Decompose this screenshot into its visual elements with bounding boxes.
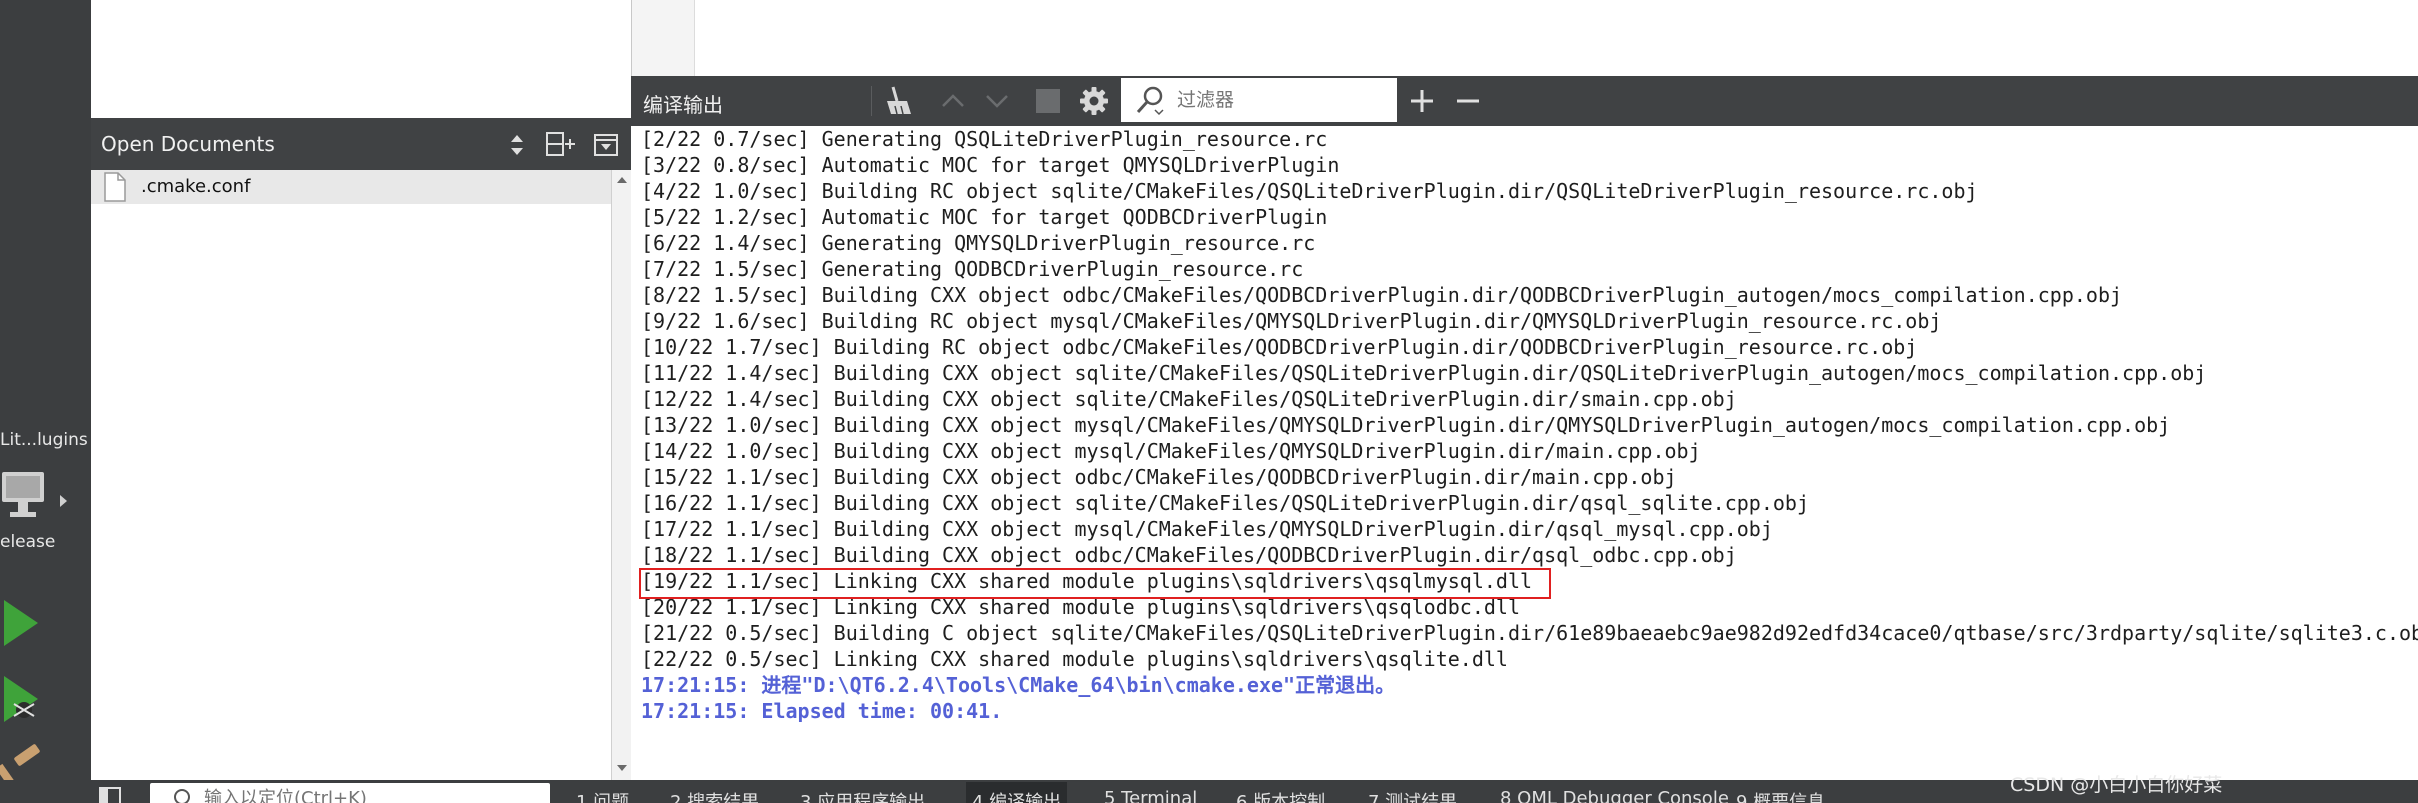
locator-field[interactable] [150, 783, 550, 803]
filter-field[interactable] [1121, 78, 1397, 122]
open-documents-header: Open Documents [91, 118, 631, 170]
output-line: [15/22 1.1/sec] Building CXX object odbc… [641, 465, 1677, 489]
toolbar-separator [871, 86, 872, 116]
output-line: [11/22 1.4/sec] Building CXX object sqli… [641, 361, 2207, 385]
kit-selector-button[interactable] [0, 468, 72, 526]
output-pane-tab[interactable]: 8 QML Debugger Console [1500, 788, 1729, 803]
output-line: [2/22 0.7/sec] Generating QSQLiteDriverP… [641, 127, 1328, 151]
run-button[interactable] [0, 596, 50, 650]
debug-run-button[interactable] [0, 672, 50, 726]
scroll-down-arrow-icon [617, 765, 627, 771]
system-message-line: 17:21:15: Elapsed time: 00:41. [641, 699, 1003, 723]
open-document-item[interactable]: .cmake.conf [91, 170, 611, 204]
output-line: [22/22 0.5/sec] Linking CXX shared modul… [641, 647, 1508, 671]
stop-icon [1036, 89, 1060, 113]
output-line: [21/22 0.5/sec] Building C object sqlite… [641, 621, 2418, 645]
play-icon [4, 600, 38, 646]
split-add-icon [546, 132, 575, 156]
output-pane-header: 编译输出 [631, 76, 2418, 126]
highlight-box [639, 568, 1551, 599]
filter-input[interactable] [1177, 86, 1387, 114]
output-pane-tab[interactable]: 9 概要信息 [1736, 788, 1825, 803]
split-view-button[interactable] [545, 130, 577, 158]
output-line: [7/22 1.5/sec] Generating QODBCDriverPlu… [641, 257, 1304, 281]
output-line: [4/22 1.0/sec] Building RC object sqlite… [641, 179, 1978, 203]
output-line: [13/22 1.0/sec] Building CXX object mysq… [641, 413, 2171, 437]
search-icon [174, 789, 190, 803]
output-line: [16/22 1.1/sec] Building CXX object sqli… [641, 491, 1809, 515]
broom-icon [887, 86, 911, 115]
chevron-down-icon [986, 95, 1008, 108]
output-pane-tab[interactable]: 4 编译输出 [966, 782, 1068, 803]
output-line: [9/22 1.6/sec] Building RC object mysql/… [641, 309, 1942, 333]
clear-output-button[interactable] [881, 84, 917, 118]
output-pane-tab[interactable]: 7 测试结果 [1368, 788, 1457, 803]
plus-icon [1411, 90, 1433, 112]
next-item-button[interactable] [983, 88, 1011, 114]
remove-output-button[interactable] [1453, 86, 1483, 116]
output-line: [5/22 1.2/sec] Automatic MOC for target … [641, 205, 1328, 229]
sidebar-toggle-icon [99, 787, 121, 803]
up-down-arrows-icon [511, 135, 523, 155]
output-pane-tab[interactable]: 2 搜索结果 [670, 788, 759, 803]
build-button[interactable] [0, 744, 50, 789]
gear-icon [1080, 87, 1108, 115]
add-output-button[interactable] [1407, 86, 1437, 116]
scroll-up-arrow-icon [617, 177, 627, 183]
open-documents-scrollbar[interactable] [611, 170, 632, 780]
collapse-pane-icon [594, 134, 618, 156]
toggle-sidebar-button[interactable] [98, 786, 122, 803]
open-documents-title: Open Documents [101, 132, 275, 156]
search-icon [1136, 86, 1164, 116]
output-line: [14/22 1.0/sec] Building CXX object mysq… [641, 439, 1701, 463]
output-pane-tab[interactable]: 5 Terminal [1104, 788, 1197, 803]
view-selector-button[interactable] [507, 132, 527, 158]
minus-icon [1457, 99, 1479, 103]
output-lines: [2/22 0.7/sec] Generating QSQLiteDriverP… [641, 126, 2418, 724]
compile-output-text[interactable]: [2/22 0.7/sec] Generating QSQLiteDriverP… [631, 126, 2418, 780]
hammer-icon [0, 744, 40, 789]
output-line: [3/22 0.8/sec] Automatic MOC for target … [641, 153, 1340, 177]
output-line: [6/22 1.4/sec] Generating QMYSQLDriverPl… [641, 231, 1316, 255]
chevron-up-icon [942, 94, 964, 107]
watermark: CSDN @小白小白你好菜 [2010, 774, 2223, 796]
output-pane-tab[interactable]: 6 版本控制 [1236, 788, 1325, 803]
editor-line-gutter [632, 0, 695, 76]
settings-button[interactable] [1079, 86, 1109, 116]
stop-button[interactable] [1035, 88, 1061, 114]
output-pane-title: 编译输出 [643, 93, 723, 117]
system-message-line: 17:21:15: 进程"D:\QT6.2.4\Tools\CMake_64\b… [641, 673, 1396, 697]
chevron-right-icon [60, 495, 67, 507]
output-line: [12/22 1.4/sec] Building CXX object sqli… [641, 387, 1737, 411]
editor-area[interactable] [631, 0, 2418, 76]
file-icon [104, 172, 126, 202]
output-line: [17/22 1.1/sec] Building CXX object mysq… [641, 517, 1773, 541]
close-pane-button[interactable] [593, 132, 619, 158]
output-pane-tab[interactable]: 1 问题 [576, 788, 629, 803]
build-config-label: elease [0, 532, 56, 552]
output-pane-tab[interactable]: 3 应用程序输出 [800, 788, 925, 803]
monitor-icon [2, 472, 44, 517]
previous-item-button[interactable] [939, 88, 967, 114]
output-line: [18/22 1.1/sec] Building CXX object odbc… [641, 543, 1737, 567]
locator-input[interactable] [204, 788, 534, 803]
kit-name-label: Lit...lugins [0, 430, 88, 450]
output-line: [10/22 1.7/sec] Building RC object odbc/… [641, 335, 1918, 359]
output-line: [8/22 1.5/sec] Building CXX object odbc/… [641, 283, 2123, 307]
mode-sidebar: Lit...lugins elease [0, 0, 91, 803]
debug-play-icon [4, 676, 38, 722]
open-documents-list: .cmake.conf [91, 170, 611, 780]
project-tree-pane [91, 0, 632, 118]
open-document-label: .cmake.conf [141, 176, 251, 197]
